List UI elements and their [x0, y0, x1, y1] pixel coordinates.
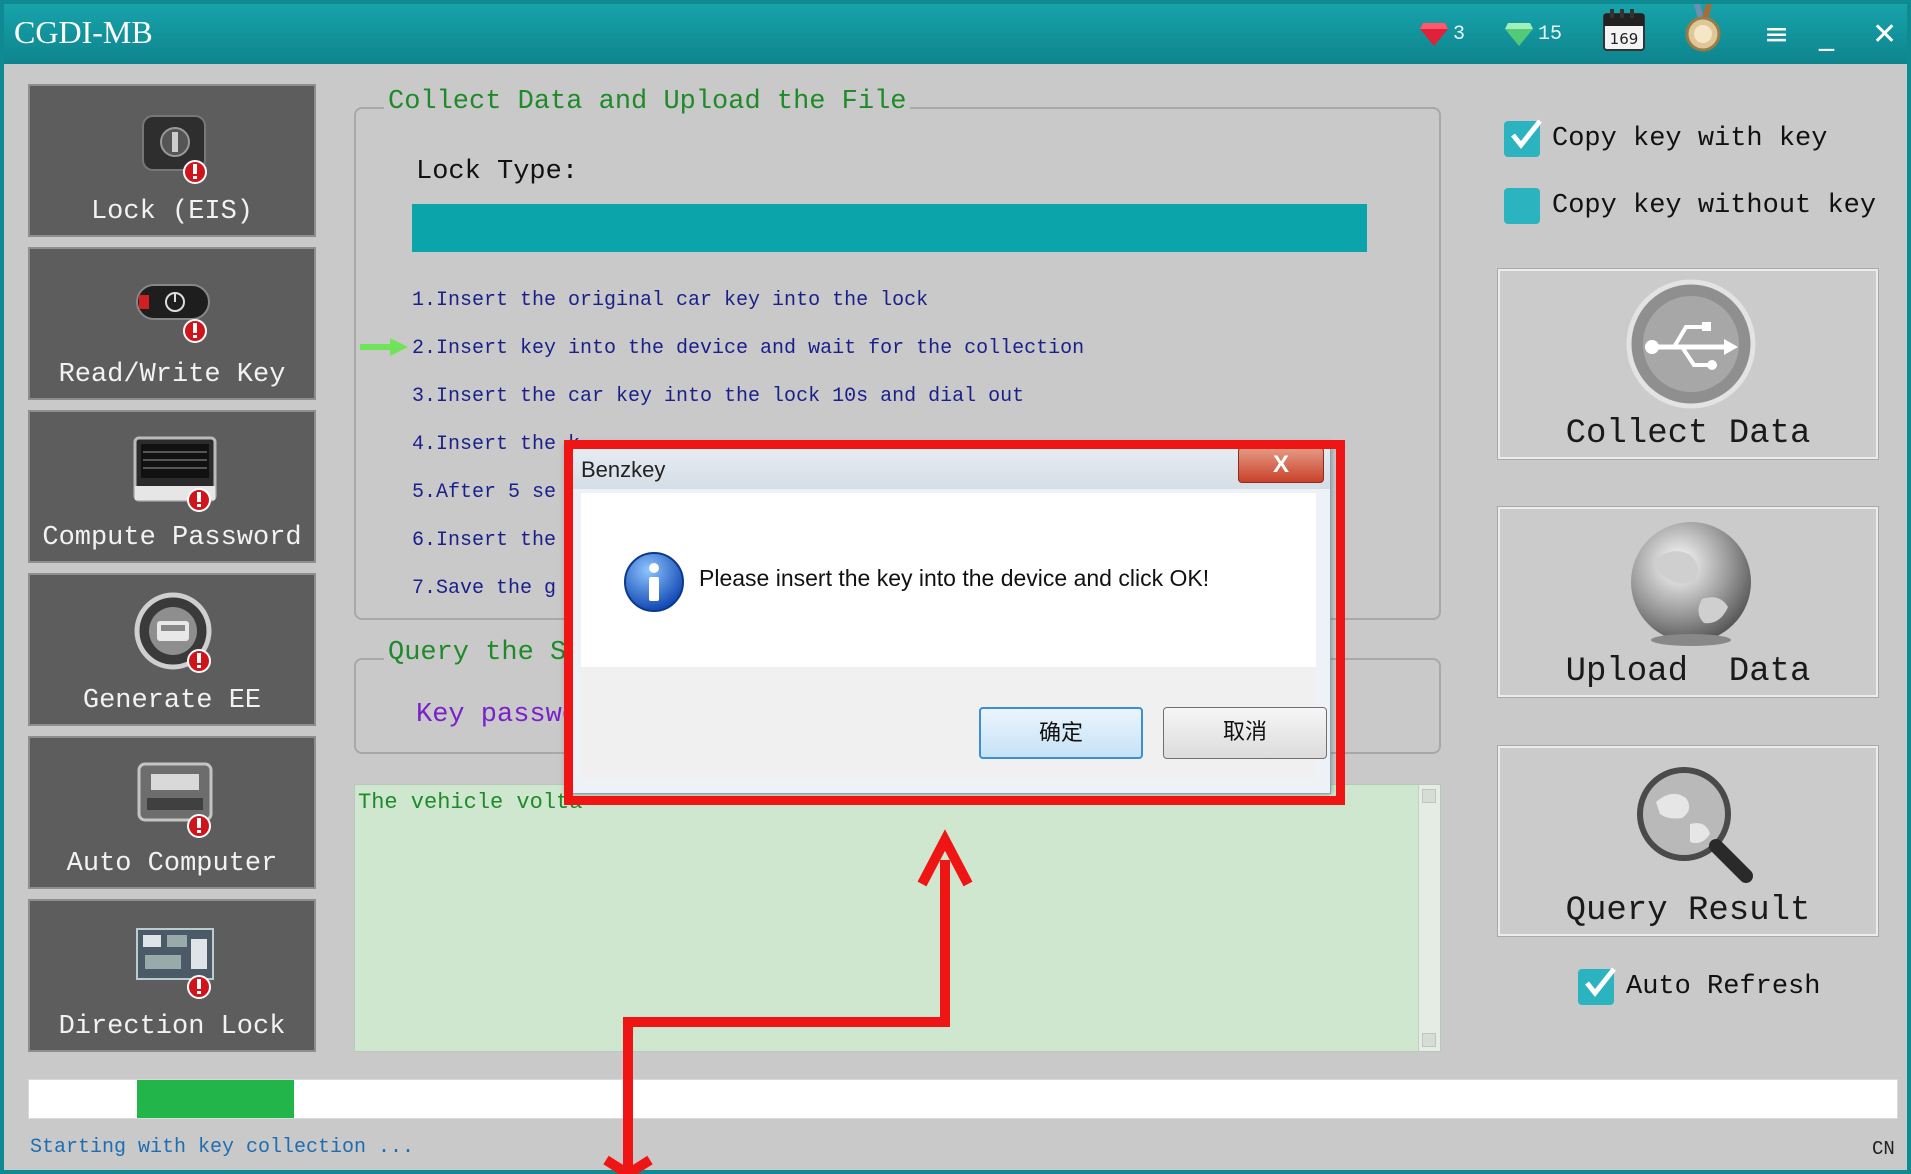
annotation-arrow-icon — [603, 829, 973, 1174]
